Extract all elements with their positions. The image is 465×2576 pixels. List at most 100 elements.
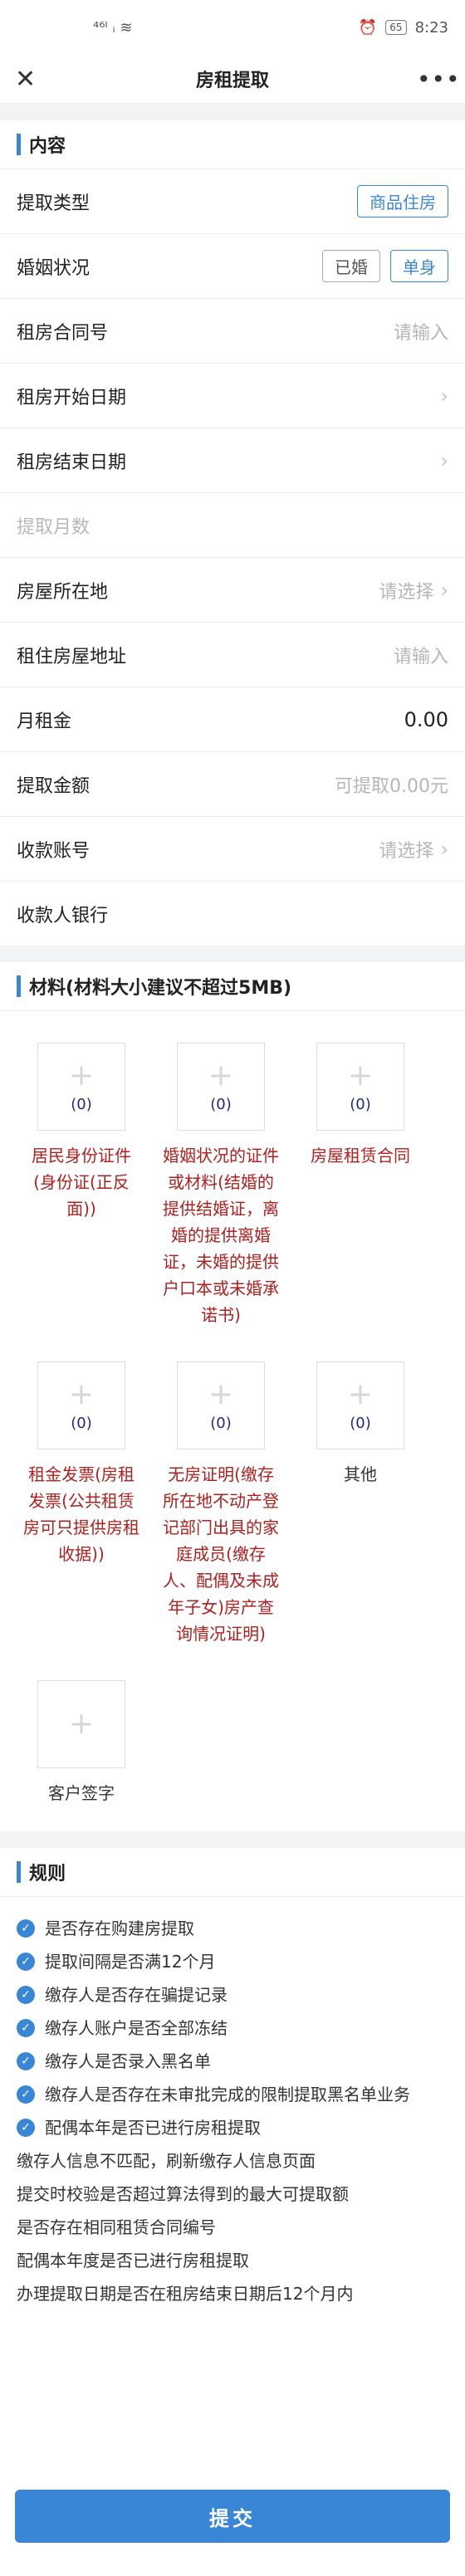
upload-item-marital: + (0) 婚姻状况的证件或材料(结婚的提供结婚证，离婚的提供离婚证，未婚的提供…: [163, 1043, 279, 1328]
rules-section: 规则 ✓ 是否存在购建房提取 ✓ 提取间隔是否满12个月 ✓ 缴存人是否存在骗提记录 …: [0, 1848, 465, 2319]
upload-count: (0): [71, 1414, 92, 1432]
location-select[interactable]: 请选择: [379, 577, 433, 604]
close-icon[interactable]: ✕: [15, 65, 48, 94]
upload-item-lease: + (0) 房屋租赁合同: [302, 1043, 418, 1328]
chevron-right-icon: ›: [440, 384, 448, 408]
content-section: 内容 提取类型 商品住房 婚姻状况 已婚 单身 租房合同号 请输入 租房开始日期…: [0, 120, 465, 946]
alarm-icon: ⏰: [358, 18, 378, 37]
chevron-right-icon: ›: [440, 448, 448, 472]
upload-name: 租金发票(房租发票(公共租赁房可只提供房租收据)): [23, 1464, 140, 1564]
rule-item: ✓ 缴存人是否存在未审批完成的限制提取黑名单业务: [17, 2078, 448, 2111]
rule-note: 办理提取日期是否在租房结束日期后12个月内: [17, 2284, 354, 2304]
rule-item: ✓ 缴存人是否存在骗提记录: [17, 1978, 448, 2011]
plus-icon: +: [347, 1058, 374, 1092]
rent-value: 0.00: [404, 707, 448, 731]
check-icon: ✓: [17, 1919, 35, 1938]
contract-input[interactable]: 请输入: [394, 318, 448, 345]
rule-note: 配偶本年度是否已进行房租提取: [17, 2251, 249, 2270]
marital-option-single[interactable]: 单身: [390, 250, 448, 282]
row-start-date[interactable]: 租房开始日期 ›: [0, 364, 465, 428]
upload-box[interactable]: + (0): [316, 1361, 404, 1449]
rule-text: 缴存人是否录入黑名单: [45, 2051, 211, 2071]
plus-icon: +: [68, 1707, 95, 1741]
section-header-materials: 材料(材料大小建议不超过5MB): [0, 962, 465, 1011]
row-account[interactable]: 收款账号 请选择 ›: [0, 817, 465, 882]
status-bar: ⁴⁶ᴵ ᵢ ≋ ⏰ 65 8:23: [0, 0, 465, 55]
section-accent-bar: [17, 975, 21, 997]
start-date-label: 租房开始日期: [17, 387, 127, 408]
account-label: 收款账号: [17, 840, 91, 862]
account-select[interactable]: 请选择: [379, 836, 433, 863]
marital-label: 婚姻状况: [17, 257, 91, 279]
chevron-right-icon: ›: [440, 837, 448, 861]
divider: [0, 1831, 465, 1848]
months-label: 提取月数: [17, 516, 91, 538]
rule-note: 提交时校验是否超过算法得到的最大可提取额: [17, 2184, 349, 2204]
rule-text: 是否存在购建房提取: [45, 1919, 194, 1938]
row-bank: 收款人银行: [0, 882, 465, 946]
upload-item-other: + (0) 其他: [302, 1361, 418, 1647]
rule-note: 缴存人信息不匹配，刷新缴存人信息页面: [17, 2151, 316, 2171]
rent-label: 月租金: [17, 711, 72, 732]
plus-icon: +: [347, 1376, 374, 1411]
upload-box[interactable]: + (0): [37, 1043, 125, 1131]
section-title: 内容: [29, 136, 66, 157]
rule-note: 是否存在相同租赁合同编号: [17, 2217, 216, 2237]
row-amount: 提取金额 可提取0.00元: [0, 752, 465, 817]
plus-icon: +: [208, 1376, 234, 1411]
upload-box[interactable]: + (0): [177, 1361, 265, 1449]
row-months: 提取月数: [0, 493, 465, 558]
section-header-rules: 规则: [0, 1848, 465, 1897]
upload-item-signature: + 客户签字: [23, 1680, 140, 1806]
upload-box[interactable]: + (0): [37, 1361, 125, 1449]
section-title: 规则: [29, 1864, 66, 1884]
plus-icon: +: [68, 1058, 95, 1092]
check-icon: ✓: [17, 2052, 35, 2070]
type-label: 提取类型: [17, 193, 91, 214]
plus-icon: +: [68, 1376, 95, 1411]
bank-label: 收款人银行: [17, 905, 109, 926]
chevron-right-icon: ›: [440, 578, 448, 602]
rule-item: ✓ 配偶本年是否已进行房租提取: [17, 2111, 448, 2144]
page-title: 房租提取: [195, 71, 269, 91]
section-title: 材料(材料大小建议不超过5MB): [29, 978, 292, 999]
battery-icon: 65: [385, 20, 407, 35]
more-icon[interactable]: •••: [417, 66, 460, 93]
upload-count: (0): [210, 1414, 232, 1432]
rule-text: 配偶本年是否已进行房租提取: [45, 2118, 261, 2138]
upload-name: 其他: [344, 1464, 377, 1484]
signal-icon: ⁴⁶ᴵ ᵢ ≋: [93, 18, 133, 37]
row-end-date[interactable]: 租房结束日期 ›: [0, 428, 465, 493]
rule-item: ✓ 提取间隔是否满12个月: [17, 1945, 448, 1978]
upload-count: (0): [71, 1095, 92, 1113]
check-icon: ✓: [17, 1986, 35, 2004]
divider: [0, 946, 465, 962]
rule-item: ✓ 缴存人账户是否全部冻结: [17, 2011, 448, 2045]
upload-box[interactable]: +: [37, 1680, 125, 1768]
materials-section: 材料(材料大小建议不超过5MB) + (0) 居民身份证件(身份证(正反面)) …: [0, 962, 465, 1831]
submit-button[interactable]: 提交: [15, 2490, 450, 2543]
row-type: 提取类型 商品住房: [0, 169, 465, 234]
upload-name: 客户签字: [48, 1783, 115, 1803]
upload-name: 无房证明(缴存所在地不动产登记部门出具的家庭成员(缴存人、配偶及未成年子女)房产…: [163, 1464, 279, 1644]
address-input[interactable]: 请输入: [394, 642, 448, 668]
rule-text: 缴存人是否存在未审批完成的限制提取黑名单业务: [45, 2085, 410, 2104]
section-accent-bar: [17, 1861, 21, 1883]
row-marital: 婚姻状况 已婚 单身: [0, 234, 465, 299]
type-tag[interactable]: 商品住房: [357, 185, 448, 218]
check-icon: ✓: [17, 2019, 35, 2037]
location-label: 房屋所在地: [17, 581, 109, 603]
upload-box[interactable]: + (0): [316, 1043, 404, 1131]
section-header-content: 内容: [0, 120, 465, 169]
row-address[interactable]: 租住房屋地址 请输入: [0, 623, 465, 687]
upload-box[interactable]: + (0): [177, 1043, 265, 1131]
row-location[interactable]: 房屋所在地 请选择 ›: [0, 558, 465, 623]
rule-item: ✓ 缴存人是否录入黑名单: [17, 2045, 448, 2078]
marital-option-married[interactable]: 已婚: [322, 250, 380, 282]
upload-count: (0): [210, 1095, 232, 1113]
row-contract[interactable]: 租房合同号 请输入: [0, 299, 465, 364]
upload-name: 居民身份证件(身份证(正反面)): [32, 1146, 131, 1219]
address-label: 租住房屋地址: [17, 646, 127, 667]
rule-item: ✓ 是否存在购建房提取: [17, 1912, 448, 1945]
amount-label: 提取金额: [17, 775, 91, 797]
